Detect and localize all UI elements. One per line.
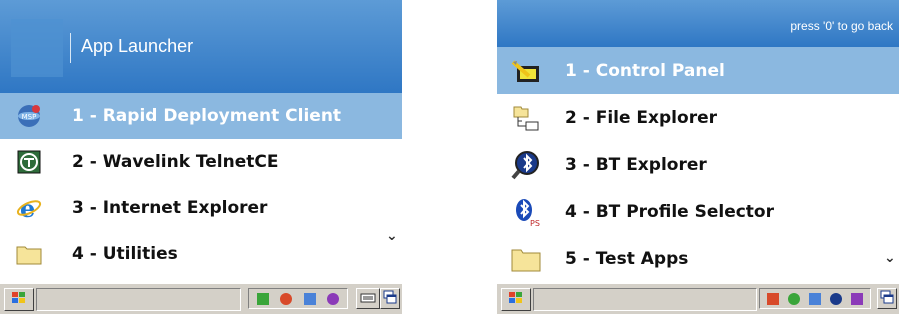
scroll-down-indicator[interactable]: ⌄ xyxy=(884,250,896,266)
windows-stack-icon xyxy=(383,289,397,308)
windows-flag-icon xyxy=(11,290,27,309)
file-explorer-icon xyxy=(511,103,541,133)
windows-flag-icon xyxy=(508,290,524,309)
sync-icon[interactable] xyxy=(808,292,821,305)
menu-item-test-apps[interactable]: 5 - Test Apps xyxy=(497,235,899,282)
header-logo-box xyxy=(11,19,63,77)
wireless-icon[interactable] xyxy=(851,292,864,305)
back-hint: press '0' to go back xyxy=(790,19,893,33)
bluetooth-icon[interactable] xyxy=(830,292,843,305)
taskbar xyxy=(497,283,899,314)
menu-item-internet-explorer[interactable]: e 3 - Internet Explorer xyxy=(0,185,402,231)
page-title: App Launcher xyxy=(81,36,194,56)
menu-item-label: 3 - Internet Explorer xyxy=(72,198,268,218)
signal-icon[interactable] xyxy=(256,292,269,305)
right-menu: 1 - Control Panel 2 - File Explorer 3 - … xyxy=(497,47,899,282)
menu-item-file-explorer[interactable]: 2 - File Explorer xyxy=(497,94,899,141)
menu-item-label: 5 - Test Apps xyxy=(565,248,689,269)
menu-item-label: 3 - BT Explorer xyxy=(565,154,707,175)
svg-text:e: e xyxy=(20,195,35,221)
start-button[interactable] xyxy=(4,288,34,311)
sync-icon[interactable] xyxy=(303,292,316,305)
system-tray xyxy=(759,288,871,309)
task-switch-button[interactable] xyxy=(877,288,897,309)
wavelink-icon xyxy=(14,147,44,177)
keyboard-icon xyxy=(360,289,376,308)
scroll-down-indicator[interactable]: ⌄ xyxy=(386,228,398,244)
menu-item-label: 1 - Rapid Deployment Client xyxy=(72,106,342,126)
menu-item-label: 2 - Wavelink TelnetCE xyxy=(72,152,279,172)
wireless-icon[interactable] xyxy=(327,292,340,305)
network-icon[interactable] xyxy=(787,292,800,305)
right-device-screen: press '0' to go back 1 - Control Panel 2… xyxy=(497,0,899,314)
folder-icon xyxy=(511,244,541,274)
input-panel-field[interactable] xyxy=(533,288,757,311)
svg-text:PS: PS xyxy=(530,219,540,227)
right-header: press '0' to go back xyxy=(497,0,899,47)
bluetooth-ps-icon: PS xyxy=(511,197,541,227)
menu-item-label: 1 - Control Panel xyxy=(565,60,725,81)
menu-item-label: 4 - BT Profile Selector xyxy=(565,201,774,222)
menu-item-bt-explorer[interactable]: 3 - BT Explorer xyxy=(497,141,899,188)
left-header: App Launcher xyxy=(0,0,402,93)
internet-explorer-icon: e xyxy=(14,193,44,223)
network-icon[interactable] xyxy=(280,292,293,305)
keyboard-button[interactable] xyxy=(356,288,380,309)
control-panel-icon xyxy=(511,56,541,86)
menu-item-rapid-deployment-client[interactable]: MSP 1 - Rapid Deployment Client xyxy=(0,93,402,139)
menu-item-label: 2 - File Explorer xyxy=(565,107,717,128)
scroll-left-icon[interactable] xyxy=(766,292,779,305)
input-panel-field[interactable] xyxy=(36,288,241,311)
folder-icon xyxy=(14,239,44,269)
windows-stack-icon xyxy=(880,289,894,308)
menu-item-label: 4 - Utilities xyxy=(72,244,178,264)
left-device-screen: App Launcher MSP 1 - Rapid Deployment Cl… xyxy=(0,0,402,314)
menu-item-utilities[interactable]: 4 - Utilities xyxy=(0,231,402,277)
taskbar xyxy=(0,283,402,314)
msp-icon: MSP xyxy=(14,101,44,131)
menu-item-control-panel[interactable]: 1 - Control Panel xyxy=(497,47,899,94)
left-menu: MSP 1 - Rapid Deployment Client 2 - Wave… xyxy=(0,93,402,277)
header-separator xyxy=(70,33,71,63)
svg-text:MSP: MSP xyxy=(22,113,37,121)
menu-item-wavelink-telnetce[interactable]: 2 - Wavelink TelnetCE xyxy=(0,139,402,185)
system-tray xyxy=(248,288,348,309)
bluetooth-explorer-icon xyxy=(511,150,541,180)
menu-item-bt-profile-selector[interactable]: PS 4 - BT Profile Selector xyxy=(497,188,899,235)
start-button[interactable] xyxy=(501,288,531,311)
task-switch-button[interactable] xyxy=(380,288,400,309)
